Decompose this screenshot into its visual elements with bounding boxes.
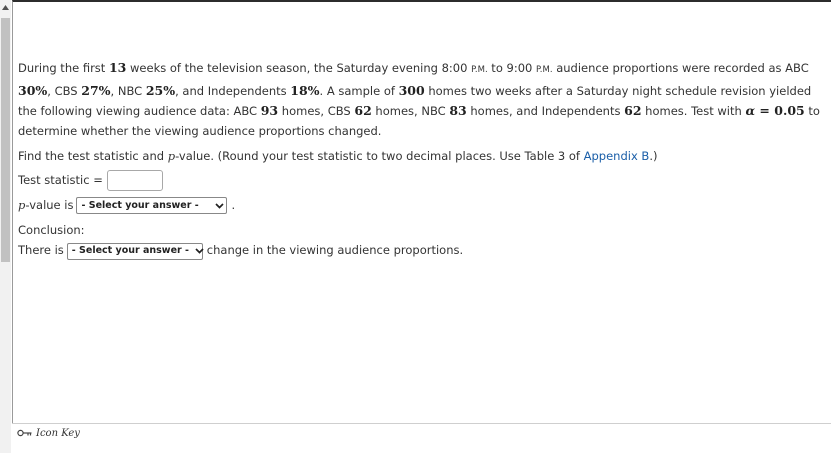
p-value-row: p -value is - Select your answer - .	[18, 195, 828, 217]
test-statistic-label: Test statistic =	[18, 172, 103, 187]
icon-key-label: Icon Key	[36, 427, 80, 439]
p-value-select[interactable]: - Select your answer -	[76, 197, 228, 214]
problem-text: During the first 13 weeks of the televis…	[18, 60, 820, 138]
p-value-p-symbol: p	[18, 197, 26, 212]
conclusion-before-text: There is	[18, 243, 64, 258]
page: During the first 13 weeks of the televis…	[0, 0, 831, 453]
p-value-select-value: - Select your answer -	[81, 199, 199, 211]
conclusion-select-value: - Select your answer -	[71, 245, 189, 257]
test-statistic-input[interactable]	[106, 170, 163, 191]
instruction-text: Find the test statistic and p-value. (Ro…	[18, 149, 658, 163]
vertical-scrollbar[interactable]	[0, 0, 11, 453]
chevron-down-icon	[215, 202, 225, 209]
scrollbar-thumb[interactable]	[1, 18, 10, 262]
p-value-period: .	[231, 197, 236, 212]
conclusion-select[interactable]: - Select your answer -	[66, 242, 204, 260]
chevron-down-icon	[195, 248, 204, 254]
conclusion-row: There is - Select your answer - change i…	[18, 240, 828, 262]
question-content: During the first 13 weeks of the televis…	[18, 58, 828, 262]
conclusion-label: Conclusion:	[18, 222, 85, 237]
appendix-b-link[interactable]: Appendix B	[584, 149, 650, 163]
p-value-label: -value is	[25, 197, 74, 212]
icon-key-link[interactable]: Icon Key	[17, 426, 80, 440]
key-icon	[17, 429, 32, 437]
test-statistic-row: Test statistic =	[18, 170, 828, 192]
scroll-up-arrow-icon[interactable]	[0, 0, 11, 14]
conclusion-after-text: change in the viewing audience proportio…	[206, 243, 464, 258]
footer-divider	[12, 423, 831, 424]
